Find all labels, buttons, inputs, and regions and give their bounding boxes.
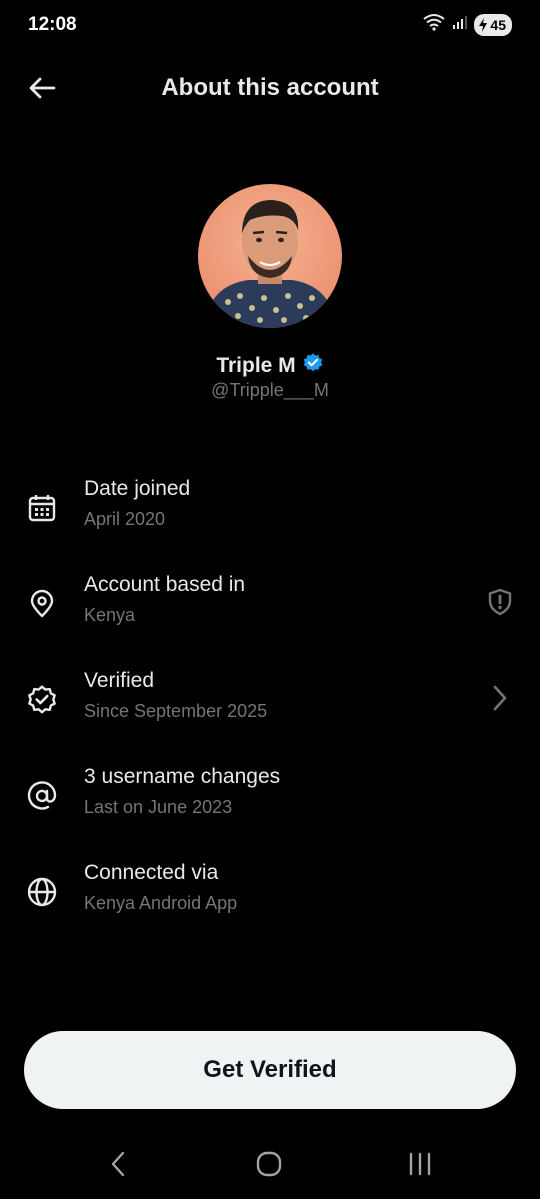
battery-indicator: 45	[474, 13, 512, 36]
avatar	[198, 184, 342, 328]
status-icons: 45	[422, 13, 512, 36]
shield-alert-icon[interactable]	[482, 584, 518, 620]
nav-recents-icon	[409, 1152, 431, 1176]
info-row-date-joined: Date joined April 2020	[0, 468, 540, 564]
info-row-connected-via: Connected via Kenya Android App	[0, 852, 540, 948]
verified-outline-icon	[24, 682, 60, 718]
get-verified-label: Get Verified	[203, 1056, 337, 1083]
status-time: 12:08	[28, 14, 77, 35]
info-row-username-changes: 3 username changes Last on June 2023	[0, 756, 540, 852]
nav-home-button[interactable]	[247, 1146, 291, 1182]
info-subtitle: Kenya Android App	[84, 893, 238, 913]
nav-recents-button[interactable]	[398, 1146, 442, 1182]
info-title: Verified	[84, 669, 155, 692]
info-subtitle: April 2020	[84, 509, 166, 529]
get-verified-button[interactable]: Get Verified	[24, 1031, 516, 1109]
profile-name-row: Triple M	[0, 352, 540, 379]
battery-level: 45	[490, 16, 506, 33]
account-info-list: Date joined April 2020 Account based in …	[0, 468, 540, 948]
info-title: Date joined	[84, 477, 191, 500]
info-title: Connected via	[84, 861, 219, 884]
location-pin-icon	[24, 586, 60, 622]
info-subtitle: Last on June 2023	[84, 797, 233, 817]
chevron-right-icon[interactable]	[482, 680, 518, 716]
app-header: About this account	[0, 60, 540, 116]
at-sign-icon	[24, 778, 60, 814]
status-bar: 12:08 45	[0, 0, 540, 50]
info-row-verified[interactable]: Verified Since September 2025	[0, 660, 540, 756]
info-title: Account based in	[84, 573, 246, 596]
nav-home-icon	[256, 1151, 282, 1177]
info-title: 3 username changes	[84, 765, 281, 788]
info-subtitle: Since September 2025	[84, 701, 268, 721]
profile-handle: @Tripple___M	[211, 380, 329, 400]
charging-bolt-icon	[479, 17, 488, 32]
nav-back-icon	[111, 1151, 125, 1177]
calendar-icon	[24, 490, 60, 526]
page-title: About this account	[161, 74, 379, 101]
wifi-icon	[422, 13, 446, 36]
info-row-account-based-in: Account based in Kenya	[0, 564, 540, 660]
profile-name: Triple M	[216, 353, 296, 377]
verified-badge-icon	[302, 352, 324, 379]
system-nav-bar	[0, 1130, 540, 1199]
info-subtitle: Kenya	[84, 605, 136, 625]
nav-back-button[interactable]	[96, 1146, 140, 1182]
signal-icon	[452, 14, 468, 35]
globe-icon	[24, 874, 60, 910]
